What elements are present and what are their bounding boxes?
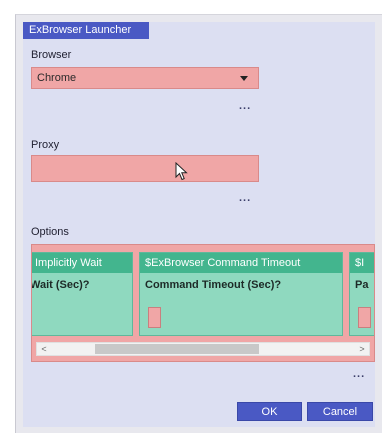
browser-selected-value: Chrome bbox=[37, 72, 77, 84]
options-more-button[interactable]: ... bbox=[353, 369, 365, 380]
scrollbar-thumb[interactable] bbox=[95, 344, 259, 354]
option-card-command-timeout: $ExBrowser Command Timeout Command Timeo… bbox=[139, 252, 343, 336]
proxy-label: Proxy bbox=[31, 139, 60, 151]
launcher-panel: ExBrowser Launcher Browser Chrome ... Pr… bbox=[23, 22, 375, 427]
option-card-partial: $I Pa bbox=[349, 252, 374, 336]
option-card-header: $ExBrowser Command Timeout bbox=[140, 253, 342, 273]
scroll-right-icon[interactable]: > bbox=[355, 343, 369, 355]
option-card-implicit-wait: Implicitly Wait Wait (Sec)? bbox=[31, 252, 133, 336]
ok-button[interactable]: OK bbox=[237, 402, 302, 421]
partial-option-input[interactable] bbox=[358, 307, 371, 328]
browser-more-button[interactable]: ... bbox=[239, 101, 251, 112]
screen: ExBrowser Launcher Browser Chrome ... Pr… bbox=[0, 0, 383, 435]
options-container: Implicitly Wait Wait (Sec)? $ExBrowser C… bbox=[31, 244, 375, 362]
window-title: ExBrowser Launcher bbox=[23, 22, 149, 39]
option-card-header: $I bbox=[350, 253, 374, 273]
proxy-more-button[interactable]: ... bbox=[239, 193, 251, 204]
scroll-left-icon[interactable]: < bbox=[37, 343, 51, 355]
browser-label: Browser bbox=[31, 49, 72, 61]
browser-select[interactable]: Chrome bbox=[31, 67, 259, 89]
options-label: Options bbox=[31, 226, 69, 238]
proxy-input[interactable] bbox=[31, 155, 259, 182]
option-field-label: Wait (Sec)? bbox=[31, 279, 90, 291]
option-card-header: Implicitly Wait bbox=[32, 253, 132, 273]
command-timeout-input[interactable] bbox=[148, 307, 161, 328]
option-field-label: Command Timeout (Sec)? bbox=[145, 279, 282, 291]
chevron-down-icon[interactable] bbox=[240, 76, 248, 81]
cancel-button[interactable]: Cancel bbox=[307, 402, 373, 421]
mouse-pointer-icon bbox=[175, 162, 188, 181]
option-field-label: Pa bbox=[355, 279, 369, 291]
options-horizontal-scrollbar[interactable]: < > bbox=[36, 342, 370, 356]
